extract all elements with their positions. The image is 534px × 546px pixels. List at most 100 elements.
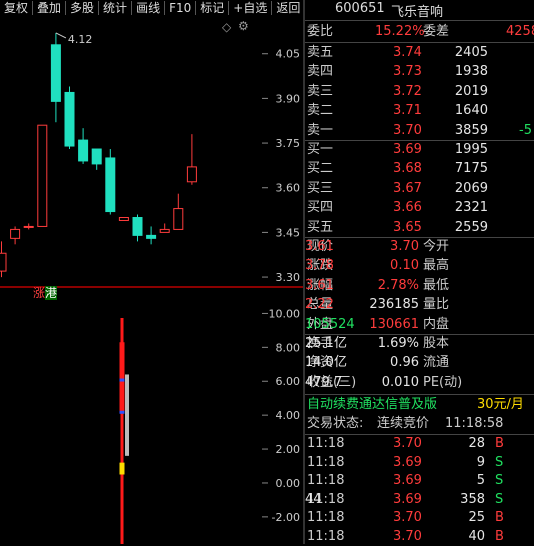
toolbar: 复权 叠加 多股 统计 画线 F10 标记 +自选 返回 [0,0,303,16]
sell-level: 卖三 3.72 2019 [305,83,534,101]
commission-row: 委比 15.22% 委差 4258 [305,23,534,41]
buy-volume: 1995 [454,142,488,157]
quote-row: 现价 3.70 今开 3.61 [305,238,534,256]
y-tick-label: 4.05 [276,48,301,61]
toolbar-item-1[interactable]: 叠加 [33,1,67,15]
candle [118,217,129,221]
sell-price: 3.72 [393,83,422,99]
quote-value: 105524 [305,316,355,332]
buy-level: 买一 3.69 1995 [305,141,534,159]
quote-label: 最低 [423,277,450,293]
trade-time: 11:18 [307,436,345,451]
trade-side: B [495,510,504,525]
buy-price: 3.68 [393,161,422,177]
sell-label: 卖三 [307,83,334,99]
candle-body [159,228,170,233]
sell-level: 卖五 3.74 2405 [305,44,534,62]
buy-level: 买四 3.66 2321 [305,199,534,217]
indicator-marker-blue [119,410,125,414]
sell-price: 3.74 [393,45,422,60]
trade-volume: 40 [468,528,485,544]
toolbar-item-4[interactable]: 画线 [132,1,166,15]
quote-value: 236185 [369,297,419,313]
sell-volume: 3859 [454,122,488,138]
trade-price: 3.69 [393,473,422,488]
sell-price: 3.71 [393,103,422,119]
candlestick-chart[interactable]: 4.05 3.90 3.75 3.60 3.45 3.30 4.12 [0,18,303,286]
sell-change: -5 [519,122,532,138]
candle-body [173,208,184,230]
buy-volume: 2559 [454,219,488,235]
quote-row: 涨跌 0.10 最高 3.78 [305,257,534,275]
toolbar-item-8[interactable]: 返回 [272,1,303,15]
y-tick-label: 3.30 [276,271,301,284]
toolbar-item-7[interactable]: +自选 [229,1,273,15]
trade-side: B [495,528,504,544]
divider [305,20,534,21]
candle-body [0,252,7,272]
fund-label: 流通 [423,355,450,371]
candle [23,223,34,230]
sell-volume: 1938 [454,64,488,80]
candle [0,241,7,278]
sell-price: 3.70 [393,122,422,138]
buy-label: 买三 [307,180,334,196]
trade-status-label: 交易状态: [307,416,364,431]
buy-volume: 2321 [454,200,488,216]
buy-label: 买一 [307,142,334,157]
trade-price: 3.69 [393,491,422,507]
fund-value: 0.96 [390,355,419,371]
candle-body [186,166,197,183]
indicator-marker-yellow [119,462,125,475]
trade-side: S [495,491,504,507]
candle [105,149,116,215]
trade-side: S [495,473,504,488]
trade-volume: 358 [460,491,485,507]
trade-price: 3.70 [393,528,422,544]
y-tick-label: 10.00 [269,307,301,320]
quote-label: 最高 [423,258,450,274]
indicator-chart[interactable]: 10.00 8.00 6.00 4.00 2.00 0.00 -2.00 [0,288,303,544]
trade-status-value: 连续竞价 [377,416,430,431]
trade-row: 11:18 3.70 28 B [305,435,534,453]
trade-row: 11:18 3.70 40 B [305,528,534,546]
sell-price: 3.73 [393,64,422,80]
toolbar-item-3[interactable]: 统计 [99,1,133,15]
quote-value: 0.10 [390,258,419,274]
buy-volume: 2069 [454,180,488,196]
toolbar-item-6[interactable]: 标记 [196,1,230,15]
commission-ratio-value: 15.22% [375,24,425,39]
quote-value: 3.61 [305,239,334,254]
toolbar-item-5[interactable]: F10 [165,1,197,15]
promo-price[interactable]: 30元/月 [477,396,524,414]
candle [132,214,143,242]
sell-volume: 2405 [454,45,488,60]
y-tick-label: 8.00 [276,341,301,354]
fund-value: 25.1亿 [305,336,347,351]
fund-row: 收益(三) 0.010 PE(动) 479.7 [305,374,534,392]
trade-price: 3.69 [393,454,422,470]
candle-body [105,157,116,213]
trade-time: 11:18 [307,510,345,525]
trade-time: 11:18 [307,454,345,470]
candle [146,226,157,245]
buy-level: 买三 3.67 2069 [305,180,534,198]
candle [10,226,21,245]
promo-row[interactable]: 自动续费通达信普及版 30元/月 [305,396,534,414]
indicator-bar [119,342,125,412]
candle-body [37,124,48,227]
candle-body [50,44,61,102]
quote-value: 130661 [369,316,419,332]
y-tick-label: 0.00 [276,477,301,490]
stock-code: 600651 [335,1,385,16]
promo-text[interactable]: 自动续费通达信普及版 [307,396,437,414]
toolbar-item-2[interactable]: 多股 [66,1,100,15]
trade-price: 3.70 [393,436,422,451]
sell-label: 卖四 [307,64,334,80]
quote-label: 量比 [423,297,450,313]
toolbar-item-0[interactable]: 复权 [0,1,34,15]
buy-volume: 7175 [454,161,488,177]
candle [50,32,61,123]
buy-level: 买五 3.65 2559 [305,219,534,237]
candle-body [10,228,21,239]
